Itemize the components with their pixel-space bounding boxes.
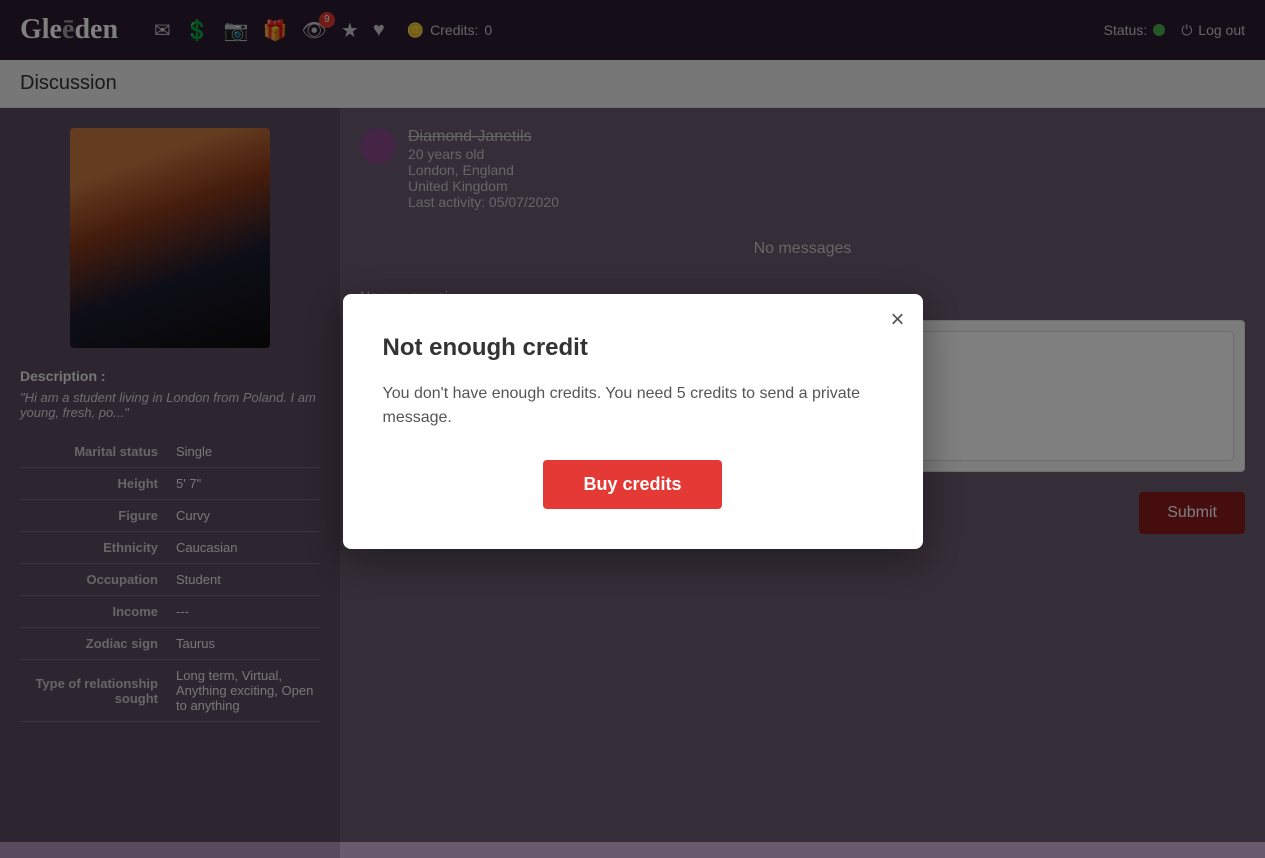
- not-enough-credit-modal: × Not enough credit You don't have enoug…: [343, 294, 923, 549]
- buy-credits-button[interactable]: Buy credits: [543, 460, 721, 509]
- modal-close-button[interactable]: ×: [890, 308, 904, 332]
- modal-overlay: × Not enough credit You don't have enoug…: [0, 0, 1265, 842]
- modal-actions: Buy credits: [383, 460, 883, 509]
- modal-body-text: You don't have enough credits. You need …: [383, 382, 883, 430]
- modal-title: Not enough credit: [383, 334, 883, 362]
